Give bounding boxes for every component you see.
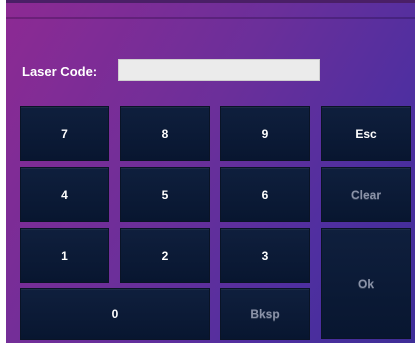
- key-4[interactable]: 4: [20, 167, 109, 222]
- key-8[interactable]: 8: [120, 106, 210, 161]
- key-2[interactable]: 2: [120, 228, 210, 283]
- laser-code-label: Laser Code:: [22, 64, 98, 79]
- esc-button[interactable]: Esc: [321, 106, 411, 161]
- key-5[interactable]: 5: [120, 167, 210, 222]
- key-0[interactable]: 0: [20, 288, 210, 340]
- ok-button[interactable]: Ok: [321, 228, 411, 339]
- clear-button[interactable]: Clear: [321, 167, 411, 222]
- key-3[interactable]: 3: [220, 228, 310, 283]
- key-1[interactable]: 1: [20, 228, 109, 283]
- key-6[interactable]: 6: [220, 167, 310, 222]
- laser-code-input[interactable]: [118, 59, 320, 81]
- key-7[interactable]: 7: [20, 106, 109, 161]
- laser-code-dialog: Laser Code: 7 8 9 Esc 4 5 6 Clear 1 2 3 …: [6, 0, 415, 343]
- top-divider: [6, 17, 415, 19]
- key-9[interactable]: 9: [220, 106, 310, 161]
- backspace-button[interactable]: Bksp: [220, 288, 310, 340]
